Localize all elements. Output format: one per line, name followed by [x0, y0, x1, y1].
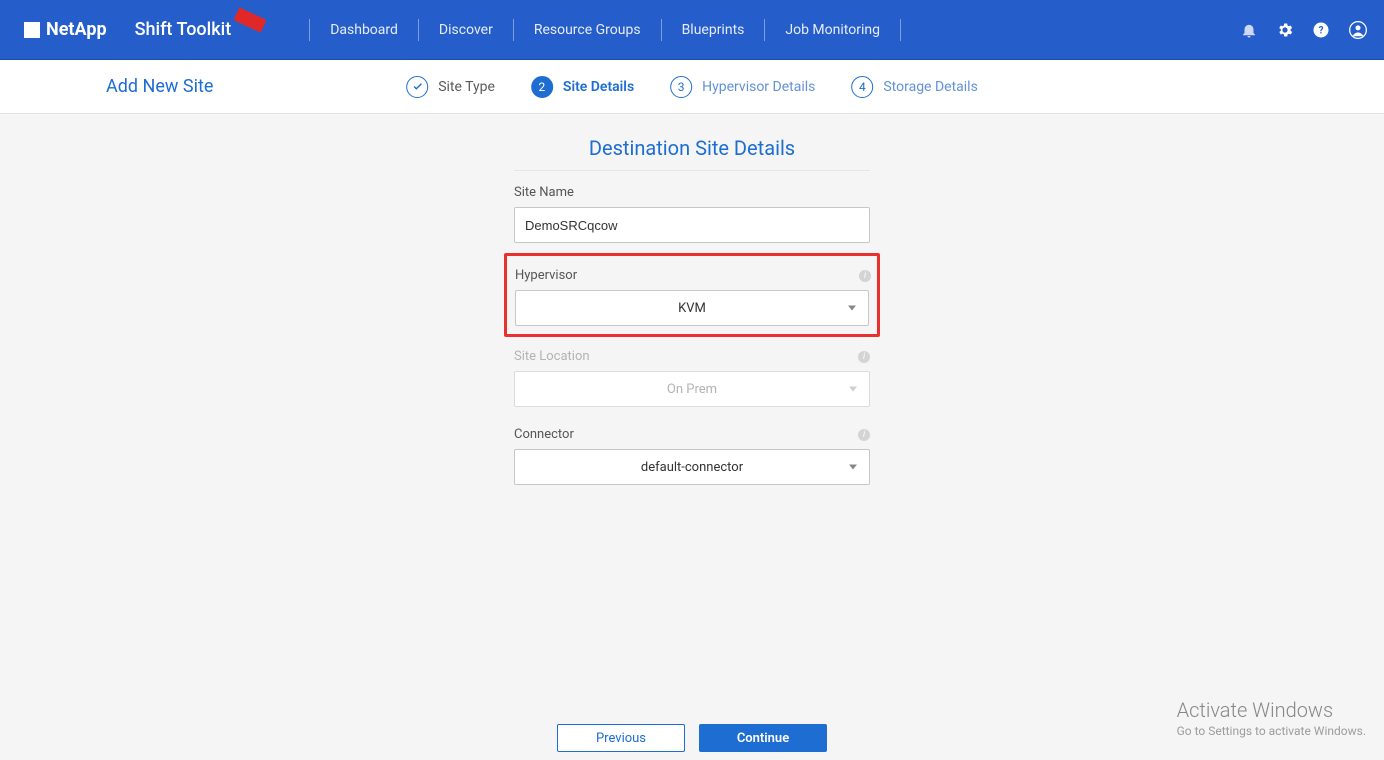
info-icon[interactable]: i: [858, 351, 870, 363]
nav-resource-groups[interactable]: Resource Groups: [532, 18, 643, 42]
company-logo: NetApp: [24, 19, 107, 40]
settings-gear-icon[interactable]: [1276, 21, 1294, 39]
nav-separator: [418, 19, 419, 41]
nav-separator: [764, 19, 765, 41]
chevron-down-icon: [848, 306, 856, 311]
step-label: Storage Details: [883, 79, 977, 95]
site-location-select: On Prem: [514, 371, 870, 407]
info-icon[interactable]: i: [858, 429, 870, 441]
hypervisor-label: Hypervisor: [515, 268, 869, 283]
chevron-down-icon: [849, 387, 857, 392]
main-content: Destination Site Details Site Name Hyper…: [0, 114, 1384, 724]
field-connector: Connector i default-connector: [514, 427, 870, 485]
step-number-icon: 2: [531, 76, 553, 98]
check-icon: [406, 76, 428, 98]
connector-label: Connector: [514, 427, 870, 442]
previous-button-label: Previous: [596, 731, 646, 746]
subheader-bar: Add New Site Site Type 2 Site Details 3 …: [0, 60, 1384, 114]
step-label: Site Details: [563, 79, 634, 95]
connector-select[interactable]: default-connector: [514, 449, 870, 485]
field-site-name: Site Name: [514, 185, 870, 243]
company-name: NetApp: [46, 19, 107, 40]
site-details-form: Site Name Hypervisor i KVM Site Location…: [514, 185, 870, 505]
product-label: Shift Toolkit: [135, 19, 232, 40]
site-location-label: Site Location: [514, 349, 870, 364]
user-account-icon[interactable]: [1348, 20, 1368, 40]
step-site-type[interactable]: Site Type: [406, 76, 495, 98]
continue-button-label: Continue: [737, 731, 789, 746]
divider: [514, 170, 870, 171]
step-number-icon: 3: [670, 76, 692, 98]
site-name-label: Site Name: [514, 185, 870, 200]
connector-value: default-connector: [641, 460, 743, 475]
wizard-footer: Previous Continue: [0, 724, 1384, 760]
info-icon[interactable]: i: [859, 270, 871, 282]
preview-ribbon-icon: [234, 7, 267, 32]
nav-blueprints[interactable]: Blueprints: [680, 18, 747, 42]
continue-button[interactable]: Continue: [699, 724, 827, 752]
hypervisor-highlight: Hypervisor i KVM: [504, 253, 880, 337]
nav-separator: [309, 19, 310, 41]
nav-dashboard[interactable]: Dashboard: [328, 18, 400, 42]
step-site-details[interactable]: 2 Site Details: [531, 76, 634, 98]
nav-discover[interactable]: Discover: [437, 18, 495, 42]
hypervisor-value: KVM: [678, 301, 706, 316]
notifications-icon[interactable]: [1240, 21, 1258, 39]
step-label: Hypervisor Details: [702, 79, 815, 95]
top-bar: NetApp Shift Toolkit Dashboard Discover …: [0, 0, 1384, 60]
nav-separator: [661, 19, 662, 41]
field-site-location: Site Location i On Prem: [514, 349, 870, 407]
hypervisor-select[interactable]: KVM: [515, 290, 869, 326]
nav-separator: [513, 19, 514, 41]
site-name-input[interactable]: [514, 207, 870, 243]
svg-text:?: ?: [1319, 25, 1324, 36]
main-nav: Dashboard Discover Resource Groups Bluep…: [291, 18, 919, 42]
panel-title: Destination Site Details: [589, 136, 795, 160]
previous-button[interactable]: Previous: [557, 724, 685, 752]
nav-job-monitoring[interactable]: Job Monitoring: [783, 18, 882, 42]
page-title: Add New Site: [106, 76, 213, 97]
help-icon[interactable]: ?: [1312, 21, 1330, 39]
product-name: Shift Toolkit: [135, 19, 266, 40]
nav-separator: [900, 19, 901, 41]
step-label: Site Type: [438, 79, 495, 95]
topbar-right-icons: ?: [1240, 20, 1368, 40]
step-number-icon: 4: [851, 76, 873, 98]
step-storage-details[interactable]: 4 Storage Details: [851, 76, 977, 98]
chevron-down-icon: [849, 465, 857, 470]
netapp-logo-icon: [24, 22, 40, 38]
site-location-value: On Prem: [667, 382, 717, 397]
wizard-stepper: Site Type 2 Site Details 3 Hypervisor De…: [406, 76, 978, 98]
step-hypervisor-details[interactable]: 3 Hypervisor Details: [670, 76, 815, 98]
